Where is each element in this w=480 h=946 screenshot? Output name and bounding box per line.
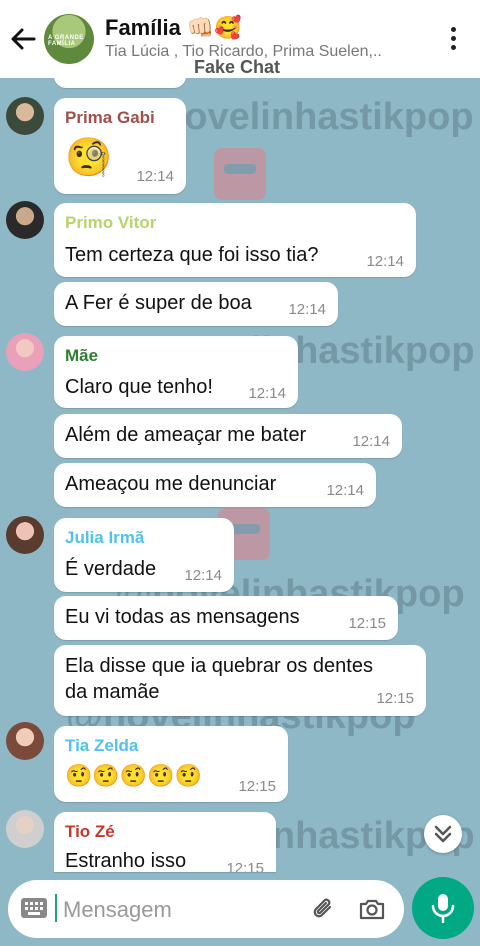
message-time: 12:14	[352, 433, 390, 450]
message-time: 12:14	[184, 567, 222, 584]
avatar-mae[interactable]	[6, 333, 44, 371]
message-text: Claro que tenho!	[65, 376, 213, 398]
double-chevron-down-icon	[434, 825, 452, 843]
message-sender: Tio Zé	[65, 822, 115, 841]
popcorn-logo-icon	[214, 148, 266, 200]
message-input-bar: Mensagem	[8, 880, 404, 938]
message-bubble[interactable]: Ela disse que ia quebrar os dentes da ma…	[54, 645, 426, 716]
message-time: 12:14	[248, 385, 286, 402]
message-time: 12:14	[326, 482, 364, 499]
back-button[interactable]	[8, 22, 38, 56]
message-time: 12:15	[226, 860, 264, 872]
message-bubble[interactable]: Ameaçou me denunciar 12:14	[54, 463, 376, 507]
paperclip-icon	[313, 898, 332, 918]
avatar-julia-irma[interactable]	[6, 516, 44, 554]
message-text: Ameaçou me denunciar	[65, 473, 277, 495]
message-text: Estranho isso	[65, 850, 187, 872]
avatar-tia-zelda[interactable]	[6, 722, 44, 760]
message-bubble[interactable]: Julia Irmã É verdade 12:14	[54, 518, 234, 592]
message-bubble[interactable]: Primo Vitor Tem certeza que foi isso tia…	[54, 203, 416, 277]
message-time: 12:14	[288, 301, 326, 318]
message-text: Eu vi todas as mensagens	[65, 606, 300, 628]
message-text: da mamãe	[65, 681, 160, 703]
watermark-label: Fake Chat	[194, 57, 281, 77]
avatar-prima-gabi[interactable]	[6, 97, 44, 135]
message-sender: Julia Irmã	[65, 528, 145, 547]
message-sender: Tia Zelda	[65, 736, 139, 755]
voice-message-button[interactable]	[412, 877, 474, 939]
message-time: 12:14	[366, 253, 404, 270]
dot-icon	[450, 36, 456, 41]
avatar-tio-ze[interactable]	[6, 810, 44, 848]
message-time: 12:14	[136, 168, 174, 185]
message-input[interactable]: Mensagem	[63, 897, 172, 923]
avatar-primo-vitor[interactable]	[6, 201, 44, 239]
attach-button[interactable]	[310, 895, 338, 923]
message-bubble[interactable]: A Fer é super de boa 12:14	[54, 282, 338, 326]
message-sender: Mãe	[65, 346, 99, 365]
arrow-left-icon	[11, 28, 36, 50]
dot-icon	[450, 27, 456, 32]
message-bubble[interactable]: Além de ameaçar me bater 12:14	[54, 414, 402, 458]
group-avatar[interactable]: A GRANDE FAMÍLIA	[44, 14, 94, 64]
message-time: 12:15	[238, 778, 276, 795]
message-sender: Primo Vitor	[65, 213, 157, 232]
message-text: Tem certeza que foi isso tia?	[65, 244, 319, 266]
message-time: 12:15	[376, 690, 414, 707]
text-cursor	[55, 894, 57, 922]
camera-button[interactable]	[358, 895, 386, 923]
group-avatar-text: A GRANDE FAMÍLIA	[48, 35, 84, 47]
more-options-button[interactable]	[440, 24, 466, 54]
message-bubble[interactable]: Mãe Claro que tenho! 12:14	[54, 336, 298, 408]
scroll-to-bottom-button[interactable]	[424, 815, 462, 853]
message-bubble[interactable]: Tia Zelda 🤨🤨🤨🤨🤨 12:15	[54, 726, 288, 802]
keyboard-icon[interactable]	[20, 897, 48, 919]
message-text: Além de ameaçar me bater	[65, 424, 307, 446]
message-time: 12:15	[348, 615, 386, 632]
group-title[interactable]: Família 👊🏻🥰	[105, 15, 242, 41]
message-text: 🤨🤨🤨🤨🤨	[65, 763, 202, 788]
message-text: 🧐	[65, 137, 113, 179]
message-text: Ela disse que ia quebrar os dentes	[65, 655, 373, 677]
camera-icon	[359, 899, 385, 920]
message-sender: Prima Gabi	[65, 108, 155, 127]
message-text: É verdade	[65, 558, 157, 580]
message-bubble[interactable]: Eu vi todas as mensagens 12:15	[54, 596, 398, 640]
message-bubble[interactable]: Tio Zé Estranho isso 12:15	[54, 812, 276, 872]
message-text: A Fer é super de boa	[65, 292, 252, 314]
dot-icon	[450, 45, 456, 50]
microphone-icon	[431, 894, 455, 923]
message-bubble[interactable]: Prima Gabi 🧐 12:14	[54, 98, 186, 194]
